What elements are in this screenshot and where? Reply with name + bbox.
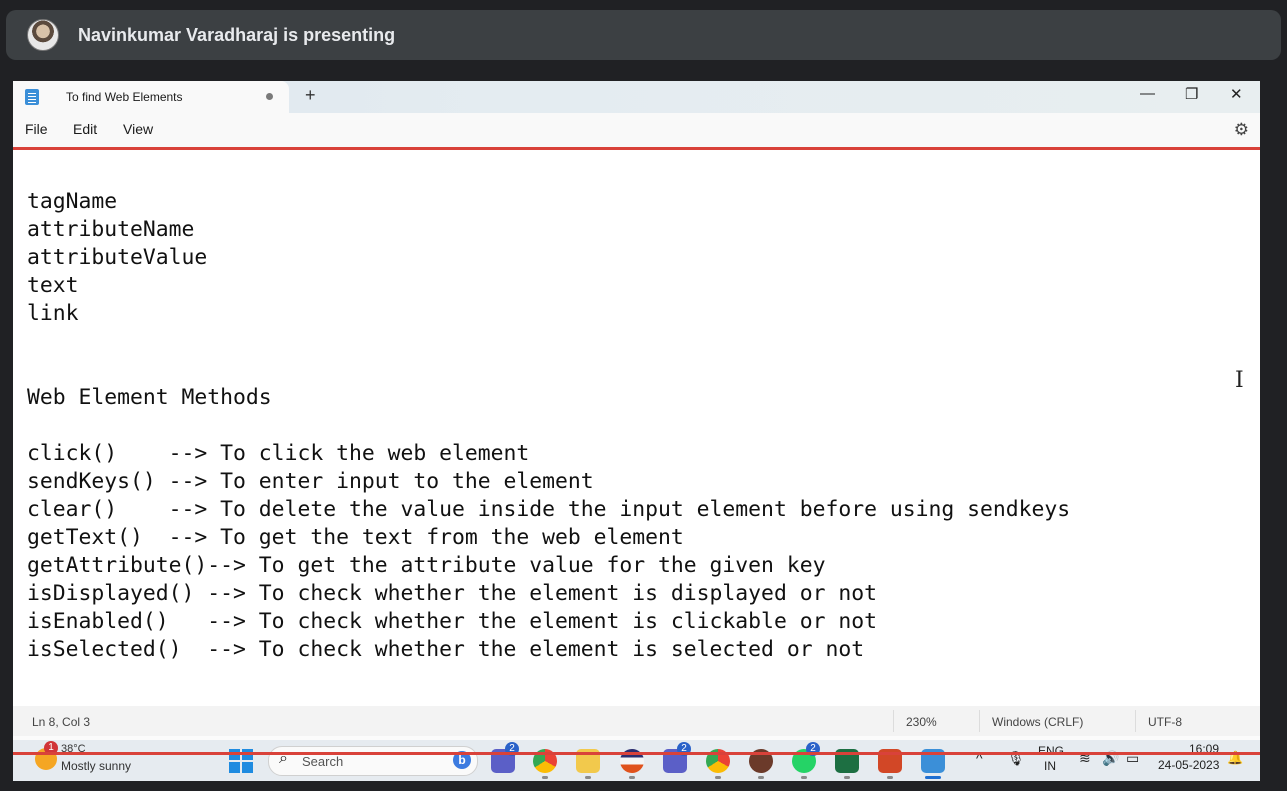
running-indicator <box>585 776 591 779</box>
menu-bar: File Edit View ⚙ <box>13 113 1260 147</box>
language-indicator[interactable]: ENG <box>1038 744 1064 758</box>
presenter-bar: Navinkumar Varadharaj is presenting <box>6 10 1281 60</box>
editor-line: attributeName <box>27 217 195 242</box>
status-divider <box>893 710 894 732</box>
editor-line: sendKeys() --> To enter input to the ele… <box>27 469 594 494</box>
notepad-icon <box>25 89 39 105</box>
minimize-button[interactable]: — <box>1140 85 1155 102</box>
language-region[interactable]: IN <box>1044 759 1056 773</box>
close-button[interactable]: ✕ <box>1230 85 1243 103</box>
running-indicator <box>542 776 548 779</box>
text-editor[interactable]: tagName attributeName attributeValue text li… <box>13 150 1260 706</box>
line-ending: Windows (CRLF) <box>992 715 1084 729</box>
status-divider <box>979 710 980 732</box>
editor-line: getText() --> To get the text from the w… <box>27 525 684 550</box>
taskbar: 1 38°C Mostly sunny ⌕ Search b 2 2 2 ^ 🎙… <box>13 740 1260 781</box>
menu-view[interactable]: View <box>123 121 153 137</box>
presenter-avatar <box>27 19 59 51</box>
zoom-level: 230% <box>906 715 937 729</box>
unsaved-dot-icon[interactable] <box>266 93 273 100</box>
cursor-position: Ln 8, Col 3 <box>32 715 91 729</box>
encoding: UTF-8 <box>1148 715 1182 729</box>
status-divider <box>1135 710 1136 732</box>
status-bar: Ln 8, Col 3 230% Windows (CRLF) UTF-8 <box>13 706 1260 736</box>
presenter-label: Navinkumar Varadharaj is presenting <box>78 24 396 45</box>
tab-title: To find Web Elements <box>66 90 183 104</box>
search-placeholder: Search <box>302 754 344 769</box>
editor-line: link <box>27 301 79 326</box>
annotation-line <box>13 752 1260 755</box>
taskbar-search[interactable]: ⌕ Search b <box>268 746 478 776</box>
title-bar: To find Web Elements + — ❐ ✕ <box>13 81 1260 113</box>
gear-icon[interactable]: ⚙ <box>1234 120 1249 140</box>
editor-line: Web Element Methods <box>27 385 272 410</box>
menu-edit[interactable]: Edit <box>73 121 97 137</box>
editor-content[interactable]: tagName attributeName attributeValue text li… <box>27 188 1070 664</box>
tab-to-find-web-elements[interactable]: To find Web Elements <box>13 81 289 113</box>
editor-line: isSelected() --> To check whether the el… <box>27 637 865 662</box>
running-indicator <box>629 776 635 779</box>
running-indicator <box>758 776 764 779</box>
clock-date[interactable]: 24-05-2023 <box>1158 758 1219 772</box>
editor-line: click() --> To click the web element <box>27 441 530 466</box>
maximize-button[interactable]: ❐ <box>1185 85 1198 103</box>
active-indicator <box>925 776 941 779</box>
running-indicator <box>887 776 893 779</box>
editor-line: isEnabled() --> To check whether the ele… <box>27 609 877 634</box>
text-cursor-icon: I <box>1235 368 1244 393</box>
running-indicator <box>715 776 721 779</box>
editor-line: text <box>27 273 79 298</box>
editor-line: tagName <box>27 189 118 214</box>
editor-line: isDisplayed() --> To check whether the e… <box>27 581 877 606</box>
new-tab-button[interactable]: + <box>305 85 316 106</box>
weather-description[interactable]: Mostly sunny <box>61 759 131 773</box>
editor-line: clear() --> To delete the value inside t… <box>27 497 1071 522</box>
running-indicator <box>844 776 850 779</box>
editor-line: attributeValue <box>27 245 208 270</box>
editor-line: getAttribute()--> To get the attribute v… <box>27 553 826 578</box>
running-indicator <box>801 776 807 779</box>
notepad-window: To find Web Elements + — ❐ ✕ File Edit V… <box>13 81 1260 781</box>
menu-file[interactable]: File <box>25 121 48 137</box>
